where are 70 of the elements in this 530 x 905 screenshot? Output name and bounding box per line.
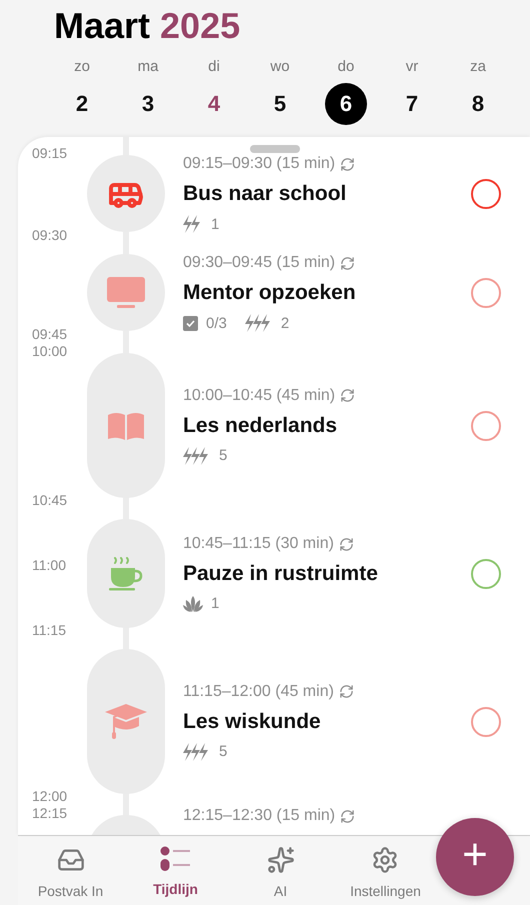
tab-item[interactable]: Postvak In	[38, 846, 104, 899]
meta-count: 5	[219, 743, 228, 760]
month-title: Maart	[54, 6, 150, 46]
event-time: 09:30–09:45 (15 min)	[183, 254, 471, 272]
time-label: 10:45	[32, 492, 68, 509]
time-label: 09:15	[32, 145, 68, 162]
sparkles-icon	[266, 846, 294, 874]
meta-count: 5	[219, 447, 228, 464]
settings-icon	[371, 846, 400, 874]
triple-lightning-icon	[183, 446, 211, 464]
double-lightning-icon	[183, 215, 203, 233]
year-title: 2025	[160, 6, 240, 46]
book-icon	[108, 412, 144, 440]
repeat-icon	[340, 388, 356, 403]
repeat-icon	[340, 156, 356, 172]
date-button[interactable]: 6	[325, 83, 367, 125]
time-label: 11:15	[32, 622, 67, 639]
repeat-icon	[338, 684, 354, 699]
event-time: 11:15–12:00 (45 min)	[183, 682, 471, 700]
event-title: Les wiskunde	[183, 710, 322, 734]
repeat-icon	[340, 808, 356, 824]
date-button[interactable]: 7	[391, 83, 433, 125]
meta-count: 1	[211, 595, 220, 612]
complete-checkbox[interactable]	[471, 558, 501, 588]
event-time: 10:45–11:15 (30 min)	[183, 535, 471, 553]
event-title: Bus naar school	[183, 182, 348, 206]
triple-lightning-icon	[244, 314, 273, 332]
date-button[interactable]: 3	[127, 83, 169, 125]
graduation-cap-icon	[105, 704, 147, 740]
event-title: Mentor opzoeken	[183, 281, 357, 305]
tab-item[interactable]: Instellingen	[350, 846, 421, 899]
date-button[interactable]: 5	[259, 83, 301, 125]
weekday-label: do	[338, 58, 354, 75]
time-label: 09:45	[32, 326, 68, 343]
tab-item[interactable]: AI	[266, 846, 294, 899]
event-time: 09:15–09:30 (15 min)	[183, 155, 471, 173]
date-button[interactable]: 2	[61, 83, 103, 125]
weekday-label: wo	[270, 58, 290, 75]
date-button[interactable]: 8	[457, 83, 499, 125]
meta-count: 1	[211, 216, 220, 232]
checkbox-icon	[183, 316, 198, 330]
repeat-icon	[340, 256, 356, 270]
event-time: 10:00–10:45 (45 min)	[183, 386, 471, 404]
time-label: 12:00	[32, 788, 68, 805]
lotus-icon	[183, 596, 203, 612]
complete-checkbox[interactable]	[471, 278, 501, 308]
meta-count: 0/3	[206, 314, 227, 332]
weekday-label: di	[208, 58, 220, 75]
event-title: Pauze in rustruimte	[183, 562, 379, 586]
time-label: 12:15	[32, 805, 68, 822]
monitor-icon	[107, 276, 145, 308]
tab-item[interactable]: Tijdlijn	[153, 846, 198, 897]
weekday-label: zo	[74, 58, 90, 75]
list-icon	[160, 846, 190, 872]
time-label: 10:00	[32, 343, 68, 360]
date-button[interactable]: 4	[193, 83, 235, 125]
event-title: Les nederlands	[183, 414, 338, 438]
weekday-label: vr	[406, 58, 418, 75]
repeat-icon	[338, 536, 354, 552]
complete-checkbox[interactable]	[471, 179, 501, 209]
time-label: 11:00	[32, 557, 67, 574]
meta-count: 2	[280, 314, 290, 332]
time-label: 09:30	[32, 227, 68, 244]
triple-lightning-icon	[183, 742, 211, 760]
complete-checkbox[interactable]	[471, 410, 501, 440]
drag-handle[interactable]	[250, 145, 300, 153]
complete-checkbox[interactable]	[471, 706, 501, 736]
weekday-label: za	[470, 58, 486, 75]
weekday-label: ma	[138, 58, 158, 75]
coffee-cup-icon	[109, 556, 143, 590]
